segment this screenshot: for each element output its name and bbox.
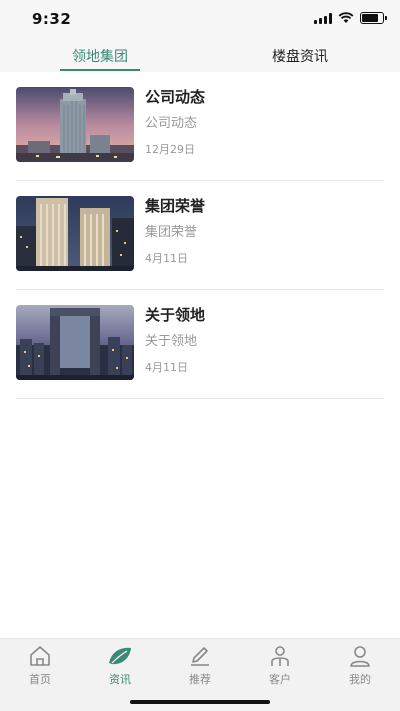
news-title: 集团荣誉 bbox=[145, 197, 206, 215]
tab-property-news-label: 楼盘资讯 bbox=[272, 49, 328, 65]
news-subtitle: 关于领地 bbox=[145, 334, 198, 349]
twin-towers-night-photo bbox=[16, 196, 134, 271]
news-item[interactable]: 集团荣誉 集团荣誉 4月11日 bbox=[16, 181, 384, 290]
news-subtitle: 公司动态 bbox=[145, 116, 198, 131]
tab-bar: 领地集团 楼盘资讯 bbox=[0, 40, 400, 72]
news-date: 4月11日 bbox=[145, 252, 188, 265]
news-subtitle: 集团荣誉 bbox=[145, 225, 198, 240]
wifi-icon bbox=[338, 12, 354, 23]
nav-news-label: 资讯 bbox=[109, 673, 131, 686]
nav-home-label: 首页 bbox=[29, 673, 51, 686]
news-date: 12月29日 bbox=[145, 143, 195, 156]
tower-dusk-photo bbox=[16, 87, 134, 162]
news-title: 关于领地 bbox=[145, 306, 206, 324]
customer-icon bbox=[271, 646, 289, 666]
home-indicator[interactable] bbox=[130, 700, 270, 704]
news-text: 公司动态 公司动态 12月29日 bbox=[145, 87, 205, 180]
news-list: 公司动态 公司动态 12月29日 集团荣誉 集团荣誉 4月11日 关于领地 关于… bbox=[16, 72, 384, 399]
nav-profile[interactable]: 我的 bbox=[320, 639, 400, 711]
status-icons bbox=[314, 12, 387, 24]
nav-profile-label: 我的 bbox=[349, 673, 371, 686]
battery-fill bbox=[362, 14, 378, 22]
tab-property-news[interactable]: 楼盘资讯 bbox=[200, 40, 400, 72]
battery-icon bbox=[360, 12, 387, 24]
nav-customer-label: 客户 bbox=[269, 673, 291, 686]
nav-recommend-label: 推荐 bbox=[189, 673, 211, 686]
signal-icon bbox=[314, 12, 332, 24]
status-bar: 9:32 bbox=[0, 0, 400, 40]
status-time: 9:32 bbox=[32, 10, 72, 28]
leaf-icon bbox=[109, 647, 131, 665]
news-item[interactable]: 公司动态 公司动态 12月29日 bbox=[16, 72, 384, 181]
home-icon bbox=[30, 646, 50, 666]
pen-icon bbox=[191, 647, 209, 666]
profile-icon bbox=[350, 646, 370, 667]
gate-building-night-photo bbox=[16, 305, 134, 380]
tab-group[interactable]: 领地集团 bbox=[0, 40, 200, 72]
news-date: 4月11日 bbox=[145, 361, 188, 374]
news-title: 公司动态 bbox=[145, 88, 206, 106]
news-text: 关于领地 关于领地 4月11日 bbox=[145, 305, 205, 398]
news-item[interactable]: 关于领地 关于领地 4月11日 bbox=[16, 290, 384, 399]
news-text: 集团荣誉 集团荣誉 4月11日 bbox=[145, 196, 205, 289]
tab-group-label: 领地集团 bbox=[72, 49, 128, 65]
nav-home[interactable]: 首页 bbox=[0, 639, 80, 711]
